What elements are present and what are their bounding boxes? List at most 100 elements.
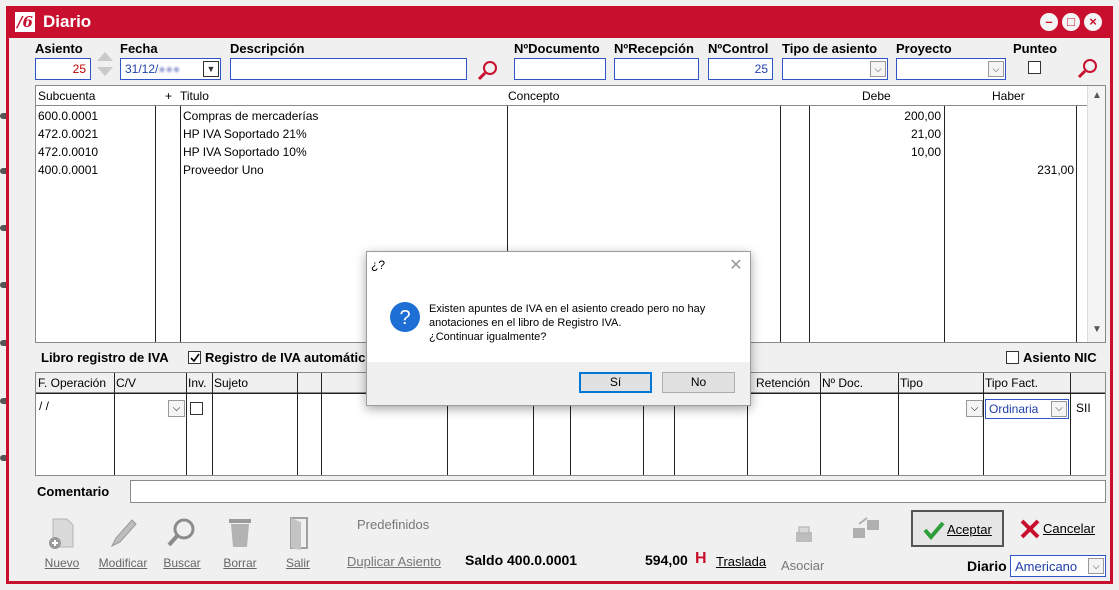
printer-icon[interactable] (793, 524, 815, 546)
col-n-doc[interactable]: Nº Doc. (822, 376, 863, 390)
buscar-button[interactable]: Buscar (157, 516, 207, 570)
ndocumento-label: NºDocumento (514, 41, 600, 56)
window-title: Diario (43, 12, 92, 31)
asociar-button[interactable]: Asociar (781, 558, 824, 573)
aceptar-button[interactable]: Aceptar (911, 510, 1004, 547)
dialog-message: Existen apuntes de IVA en el asiento cre… (429, 302, 705, 344)
app-logo-icon: /6 (15, 12, 35, 32)
asiento-input[interactable]: 25 (35, 58, 91, 80)
modificar-label: Modificar (98, 556, 148, 570)
up-down-arrows-icon[interactable] (95, 48, 115, 80)
diario-select[interactable]: Americano ⌵ (1010, 555, 1106, 577)
col-subcuenta[interactable]: Subcuenta (38, 89, 95, 103)
tipo-asiento-select[interactable]: ⌵ (782, 58, 888, 80)
chevron-down-icon[interactable]: ⌵ (870, 61, 886, 77)
saldo-flag: H (695, 550, 707, 567)
nuevo-button[interactable]: Nuevo (37, 516, 87, 570)
col-tipo-fact[interactable]: Tipo Fact. (985, 376, 1038, 390)
col-f-operacion[interactable]: F. Operación (38, 376, 106, 390)
asiento-stepper[interactable] (95, 48, 115, 80)
col-inv[interactable]: Inv. (188, 376, 206, 390)
chevron-down-icon[interactable]: ⌵ (1051, 401, 1067, 417)
saldo-label: Saldo 400.0.0001 (465, 552, 578, 568)
cross-icon (1020, 519, 1040, 539)
col-debe[interactable]: Debe (862, 89, 891, 103)
minimize-button[interactable]: – (1040, 13, 1058, 31)
table-row[interactable]: 400.0.0001 Proveedor Uno 231,00 (36, 161, 1076, 179)
proyecto-select[interactable]: ⌵ (896, 58, 1006, 80)
grid-divider (1076, 106, 1077, 342)
no-button[interactable]: No (662, 372, 735, 393)
borrar-button[interactable]: Borrar (215, 516, 265, 570)
modificar-button[interactable]: Modificar (95, 516, 151, 570)
vertical-scrollbar[interactable]: ▲ ▼ (1087, 86, 1105, 342)
dialog-title: ¿? (371, 258, 386, 272)
maximize-button[interactable]: □ (1062, 13, 1080, 31)
checkmark-icon (923, 521, 945, 540)
transfer-icon[interactable] (849, 514, 883, 542)
grid-divider (321, 373, 322, 475)
dialog-message-line: Existen apuntes de IVA en el asiento cre… (429, 303, 706, 315)
col-concepto[interactable]: Concepto (508, 89, 559, 103)
col-sujeto[interactable]: Sujeto (214, 376, 248, 390)
row-debe: 200,00 (904, 109, 941, 123)
iva-row-f-operacion[interactable]: / / (39, 399, 49, 413)
salir-button[interactable]: Salir (273, 516, 323, 570)
asiento-label: Asiento (35, 41, 83, 56)
grid-divider (212, 373, 213, 475)
row-titulo: HP IVA Soportado 21% (183, 127, 307, 141)
predefinidos-button[interactable]: Predefinidos (357, 517, 429, 532)
nuevo-label: Nuevo (44, 556, 80, 570)
traslada-button[interactable]: Traslada (716, 554, 766, 569)
duplicar-asiento-button[interactable]: Duplicar Asiento (347, 554, 441, 569)
table-row[interactable]: 472.0.0010 HP IVA Soportado 10% 10,00 (36, 143, 1076, 161)
col-titulo[interactable]: Titulo (180, 89, 209, 103)
col-plus[interactable]: + (165, 89, 172, 103)
dialog-footer: Sí No (367, 362, 750, 405)
comentario-input[interactable] (130, 480, 1106, 503)
descripcion-input[interactable] (230, 58, 467, 80)
row-titulo: HP IVA Soportado 10% (183, 145, 307, 159)
search-punteo-icon[interactable] (1075, 56, 1099, 80)
punteo-checkbox[interactable] (1028, 61, 1041, 74)
iva-row-inv-checkbox[interactable] (190, 402, 203, 415)
calendar-dropdown-icon[interactable]: ▼ (203, 61, 219, 77)
col-retencion[interactable]: Retención (756, 376, 810, 390)
dialog-message-line: anotaciones en el libro de Registro IVA. (429, 317, 622, 329)
yes-button[interactable]: Sí (579, 372, 652, 393)
scroll-down-icon[interactable]: ▼ (1092, 324, 1102, 335)
table-row[interactable]: 600.0.0001 Compras de mercaderías 200,00 (36, 107, 1076, 125)
col-cv[interactable]: C/V (116, 376, 136, 390)
chevron-down-icon[interactable]: ⌵ (988, 61, 1004, 77)
row-subcuenta: 472.0.0010 (38, 145, 99, 159)
chevron-down-icon[interactable]: ⌵ (168, 400, 185, 417)
dialog-close-icon[interactable]: ✕ (727, 255, 745, 274)
iva-section-title: Libro registro de IVA (41, 350, 169, 365)
new-document-icon (45, 516, 79, 550)
table-row[interactable]: 472.0.0021 HP IVA Soportado 21% 21,00 (36, 125, 1076, 143)
iva-auto-label: Registro de IVA automátic (205, 350, 366, 365)
col-tipo[interactable]: Tipo (900, 376, 923, 390)
close-button[interactable]: × (1084, 13, 1102, 31)
diario-label: Diario (967, 558, 1007, 574)
row-subcuenta: 400.0.0001 (38, 163, 99, 177)
pen-icon (106, 516, 140, 550)
tipo-fact-select[interactable]: Ordinaria ⌵ (985, 399, 1069, 419)
cancelar-button[interactable]: Cancelar (1017, 516, 1107, 544)
fecha-input[interactable]: 31/12/●●● ▼ (120, 58, 221, 80)
ncontrol-input[interactable]: 25 (708, 58, 773, 80)
row-subcuenta: 472.0.0021 (38, 127, 99, 141)
asiento-nic-checkbox[interactable] (1006, 351, 1019, 364)
search-descripcion-icon[interactable] (475, 58, 499, 82)
ndocumento-input[interactable] (514, 58, 606, 80)
scroll-up-icon[interactable]: ▲ (1092, 90, 1102, 101)
proyecto-label: Proyecto (896, 41, 952, 56)
iva-auto-checkbox[interactable] (188, 351, 201, 364)
chevron-down-icon[interactable]: ⌵ (1088, 558, 1104, 574)
grid-divider (114, 373, 115, 475)
col-haber[interactable]: Haber (992, 89, 1025, 103)
chevron-down-icon[interactable]: ⌵ (966, 400, 983, 417)
svg-text:?: ? (399, 307, 410, 329)
nrecepcion-input[interactable] (614, 58, 699, 80)
grid-divider (1070, 373, 1071, 475)
